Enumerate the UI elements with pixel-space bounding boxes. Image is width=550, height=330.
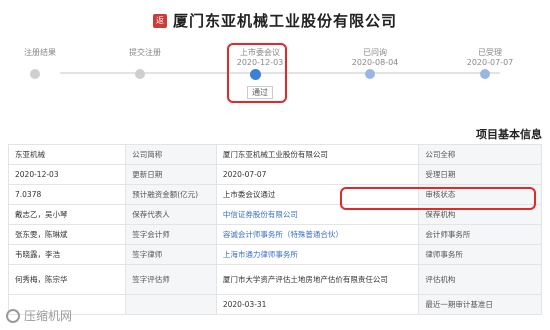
table-label-cell: 公司全称 xyxy=(418,144,542,165)
table-value-cell: 韦晓露，李浩 xyxy=(7,244,127,265)
timeline-step[interactable]: 已受理 2020-07-07 xyxy=(445,48,535,79)
watermark: 压缩机网 xyxy=(6,307,72,324)
table-row: 何秀梅，陈宗华 签字评估师 厦门市大学资产评估土地房地产估价有限责任公司 评估机构 xyxy=(7,264,542,295)
table-value-cell: 厦门东亚机械工业股份有限公司 xyxy=(215,144,420,165)
table-label-cell xyxy=(125,294,217,315)
table-value-cell: 东亚机械 xyxy=(7,144,127,165)
timeline-step-date: 2020-07-07 xyxy=(466,58,514,67)
back-icon[interactable]: 返 xyxy=(152,13,167,28)
table-row: 张东雯，陈琳斌 签字会计师 容诚会计师事务所（特殊普通合伙） 会计师事务所 xyxy=(7,224,542,245)
table-row: 2020-03-31 最近一期审计基准日 xyxy=(7,294,542,315)
table-value-cell: 厦门市大学资产评估土地房地产估价有限责任公司 xyxy=(215,264,420,295)
project-info-table: 东亚机械 公司简称 厦门东亚机械工业股份有限公司 公司全称 2020-12-03 更新日期… xyxy=(7,144,542,315)
timeline-step[interactable]: 注册结果 xyxy=(0,48,85,79)
table-label-cell: 保荐代表人 xyxy=(125,204,217,225)
section-title: 项目基本信息 xyxy=(476,128,542,141)
page-header: 返 厦门东亚机械工业股份有限公司 xyxy=(0,8,550,31)
table-label-cell: 评估机构 xyxy=(418,264,542,295)
table-label-cell: 律师事务所 xyxy=(418,244,542,265)
timeline-step-label: 提交注册 xyxy=(129,48,161,57)
table-label-cell: 公司简称 xyxy=(125,144,217,165)
table-link-cell[interactable]: 容诚会计师事务所（特殊普通合伙） xyxy=(215,224,420,245)
table-row: 2020-12-03 更新日期 2020-07-07 受理日期 xyxy=(7,164,542,185)
timeline-step-label: 注册结果 xyxy=(24,48,56,57)
timeline-step-label: 已问询 xyxy=(363,48,387,57)
table-label-cell: 最近一期审计基准日 xyxy=(418,294,542,315)
table-link-cell[interactable]: 上海市通力律师事务所 xyxy=(215,244,420,265)
table-value-cell: 7.0378 xyxy=(7,184,127,205)
table-label-cell: 签字会计师 xyxy=(125,224,217,245)
timeline-dot xyxy=(135,69,145,79)
timeline-dot xyxy=(365,69,375,79)
table-row: 韦晓露，李浩 签字律师 上海市通力律师事务所 律师事务所 xyxy=(7,244,542,265)
table-value-cell: 戴志乙，吴小琴 xyxy=(7,204,127,225)
watermark-logo-icon xyxy=(6,308,20,323)
table-label-cell: 会计师事务所 xyxy=(418,224,542,245)
table-label-cell: 受理日期 xyxy=(418,164,542,185)
timeline-step-date: 2020-08-04 xyxy=(351,58,399,67)
timeline-step[interactable]: 提交注册 xyxy=(100,48,190,79)
table-value-cell: 2020-12-03 xyxy=(7,164,127,185)
timeline-step[interactable]: 已问询 2020-08-04 xyxy=(330,48,420,79)
title-wrap: 返 厦门东亚机械工业股份有限公司 xyxy=(152,10,397,31)
highlight-timeline-step xyxy=(227,43,287,103)
highlight-review-status xyxy=(340,187,536,210)
table-label-cell: 签字评估师 xyxy=(125,264,217,295)
table-label-cell: 签字律师 xyxy=(125,244,217,265)
table-label-cell: 更新日期 xyxy=(125,164,217,185)
table-value-cell: 2020-03-31 xyxy=(215,294,420,315)
table-value-cell: 何秀梅，陈宗华 xyxy=(7,264,127,295)
table-label-cell: 预计融资金额(亿元) xyxy=(125,184,217,205)
table-row: 东亚机械 公司简称 厦门东亚机械工业股份有限公司 公司全称 xyxy=(7,144,542,165)
timeline-step-label: 已受理 xyxy=(478,48,502,57)
timeline-dot xyxy=(30,69,40,79)
table-value-cell: 张东雯，陈琳斌 xyxy=(7,224,127,245)
table-value-cell: 2020-07-07 xyxy=(215,164,420,185)
page-title: 厦门东亚机械工业股份有限公司 xyxy=(172,12,397,30)
timeline-dot xyxy=(480,69,490,79)
watermark-text: 压缩机网 xyxy=(24,309,73,323)
